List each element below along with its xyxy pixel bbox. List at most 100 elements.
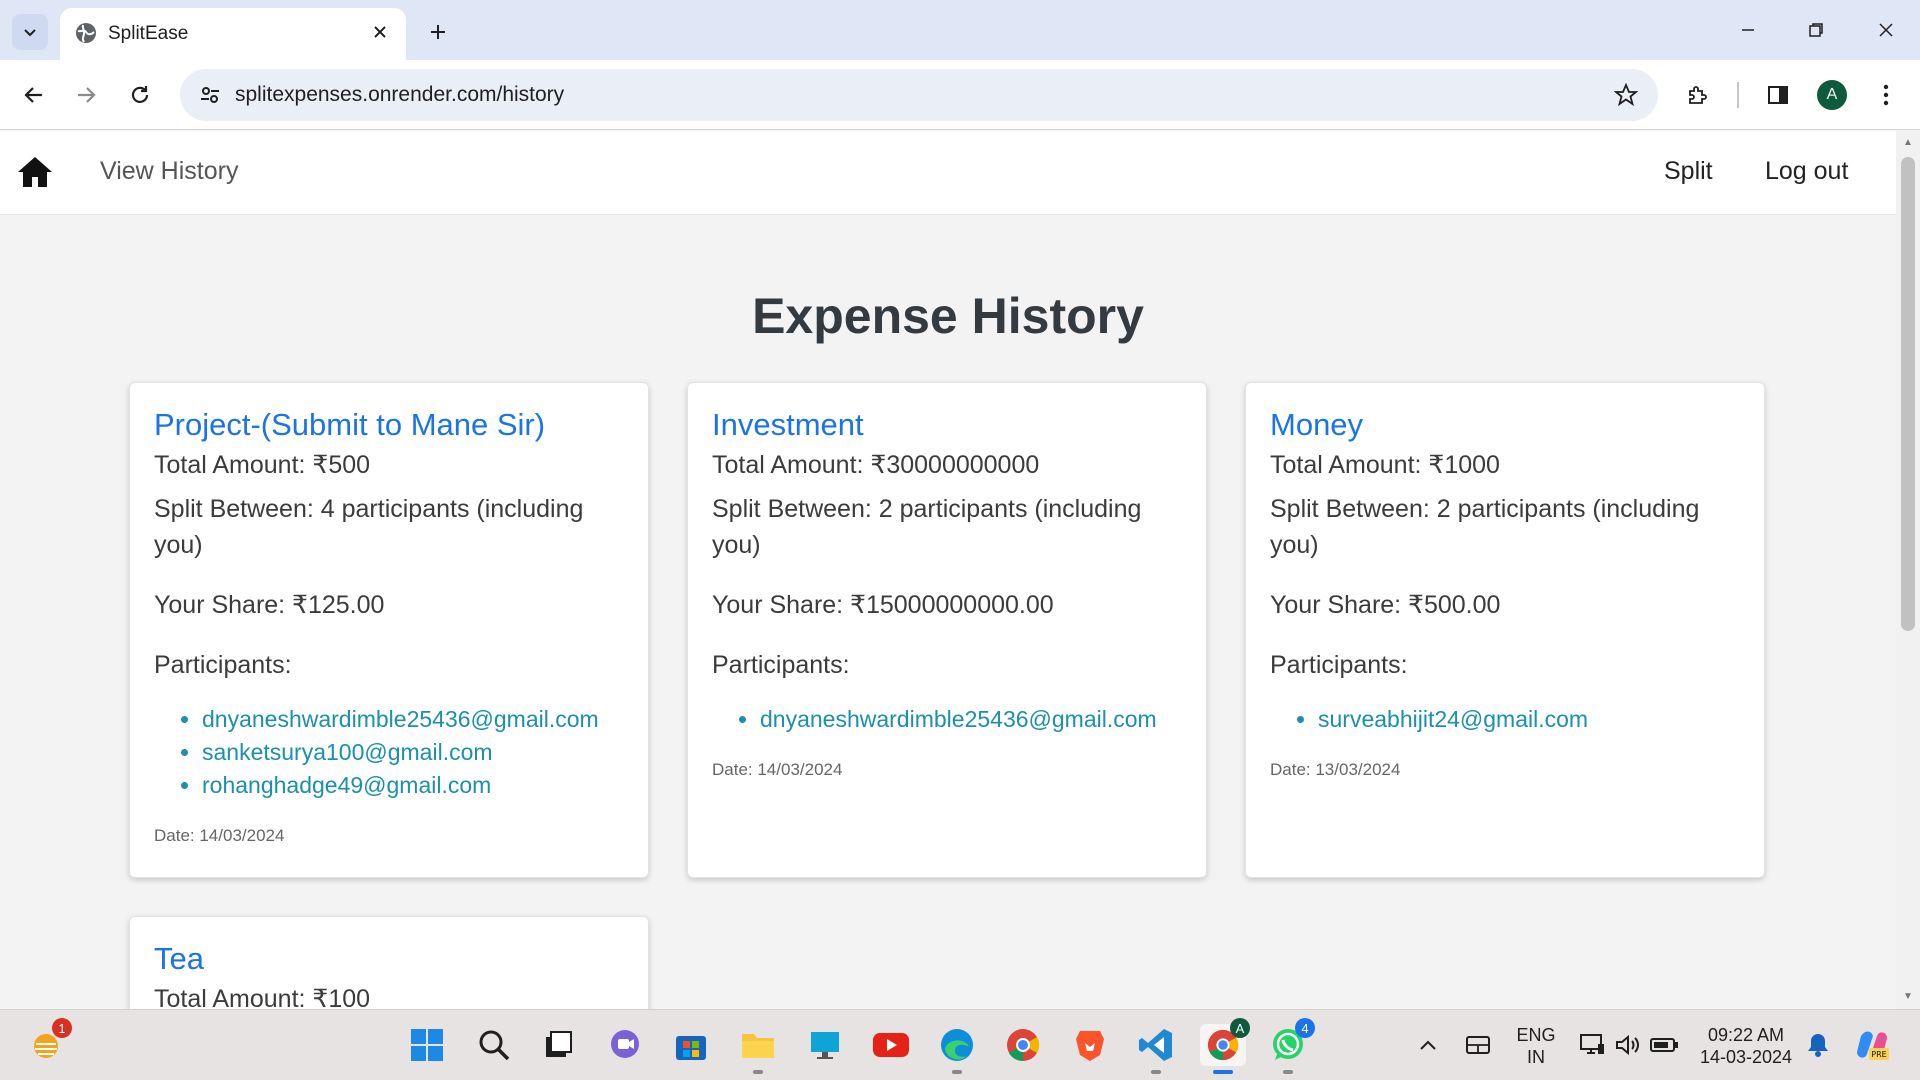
show-hidden-icons-button[interactable] bbox=[1410, 1024, 1446, 1066]
expense-total: Total Amount: ₹100 bbox=[154, 985, 371, 1009]
avatar: A bbox=[1817, 80, 1847, 110]
desktop-app-button[interactable] bbox=[804, 1024, 846, 1066]
clock[interactable]: 09:22 AM 14-03-2024 bbox=[1690, 1024, 1802, 1068]
expense-total: Total Amount: ₹1000 bbox=[1270, 451, 1500, 479]
microsoft-store-button[interactable] bbox=[670, 1024, 712, 1066]
chevron-down-icon bbox=[24, 29, 36, 37]
task-view-button[interactable] bbox=[537, 1024, 579, 1066]
expense-title: Investment bbox=[712, 407, 864, 442]
profile-button[interactable]: A bbox=[1812, 75, 1852, 115]
battery-button[interactable] bbox=[1644, 1024, 1684, 1066]
network-button[interactable] bbox=[1572, 1024, 1612, 1066]
chrome-button[interactable] bbox=[1002, 1024, 1044, 1066]
widgets-button[interactable]: 1 bbox=[26, 1018, 72, 1066]
touch-keyboard-button[interactable] bbox=[1458, 1024, 1498, 1066]
chrome-icon bbox=[1007, 1029, 1040, 1062]
home-link[interactable] bbox=[16, 155, 54, 191]
expense-share: Your Share: ₹15000000000.00 bbox=[712, 591, 1054, 619]
expense-total: Total Amount: ₹500 bbox=[154, 451, 371, 479]
minimize-icon bbox=[1742, 29, 1754, 31]
chevron-up-icon bbox=[1420, 1040, 1436, 1050]
browser-menu-button[interactable] bbox=[1866, 75, 1906, 115]
chrome-profile-button[interactable]: A bbox=[1200, 1018, 1250, 1074]
scrollbar-thumb[interactable] bbox=[1901, 157, 1915, 631]
vscode-button[interactable] bbox=[1135, 1024, 1177, 1074]
expense-split: Split Between: 2 participants (including… bbox=[712, 495, 1142, 559]
nav-split[interactable]: Split bbox=[1664, 157, 1713, 186]
participant-email: surveabhijit24@gmail.com bbox=[1318, 703, 1740, 736]
expense-date: Date: 14/03/2024 bbox=[154, 826, 285, 845]
nav-view-history[interactable]: View History bbox=[100, 157, 238, 186]
site-info-button[interactable] bbox=[192, 77, 228, 113]
participants-label: Participants: bbox=[712, 651, 850, 679]
expense-date: Date: 13/03/2024 bbox=[1270, 760, 1401, 779]
bell-icon bbox=[1808, 1034, 1828, 1057]
participants-list: dnyaneshwardimble25436@gmail.com bbox=[760, 703, 1182, 736]
search-button[interactable] bbox=[473, 1024, 515, 1066]
store-icon bbox=[676, 1036, 706, 1060]
scroll-down-arrow[interactable]: ▼ bbox=[1902, 991, 1914, 1003]
back-button[interactable] bbox=[14, 75, 54, 115]
expense-total: Total Amount: ₹30000000000 bbox=[712, 451, 1040, 479]
clock-date: 14-03-2024 bbox=[1699, 1047, 1793, 1067]
browser-tab[interactable]: SplitEase bbox=[60, 8, 406, 60]
windows-taskbar: 1 A 4 ENG IN 09:22 AM 14-03-2024 PRE bbox=[0, 1009, 1920, 1080]
tab-close-button[interactable] bbox=[366, 18, 394, 46]
more-vert-icon bbox=[1883, 84, 1889, 106]
teams-chat-button[interactable] bbox=[604, 1024, 646, 1066]
expense-share: Your Share: ₹125.00 bbox=[154, 591, 385, 619]
forward-button[interactable] bbox=[66, 75, 106, 115]
arrow-left-icon bbox=[24, 87, 42, 103]
language-indicator[interactable]: ENG IN bbox=[1510, 1024, 1562, 1068]
whatsapp-button[interactable]: 4 bbox=[1267, 1018, 1315, 1074]
volume-button[interactable] bbox=[1608, 1024, 1648, 1066]
participants-list: dnyaneshwardimble25436@gmail.com sankets… bbox=[202, 703, 624, 802]
side-panel-button[interactable] bbox=[1758, 75, 1798, 115]
close-window-button[interactable] bbox=[1858, 8, 1914, 52]
expense-date: Date: 14/03/2024 bbox=[712, 760, 843, 779]
widgets-badge: 1 bbox=[52, 1018, 72, 1038]
svg-text:PRE: PRE bbox=[1871, 1050, 1886, 1059]
brave-lion-icon bbox=[1076, 1031, 1104, 1061]
reload-icon bbox=[131, 86, 149, 103]
tab-search-button[interactable] bbox=[12, 14, 48, 50]
youtube-icon bbox=[873, 1033, 909, 1057]
arrow-right-icon bbox=[78, 87, 96, 103]
file-explorer-button[interactable] bbox=[737, 1024, 779, 1074]
task-view-icon bbox=[546, 1031, 572, 1057]
expense-share: Your Share: ₹500.00 bbox=[1270, 591, 1501, 619]
youtube-button[interactable] bbox=[870, 1024, 912, 1066]
reload-button[interactable] bbox=[120, 75, 160, 115]
expense-card: Investment Total Amount: ₹30000000000 Sp… bbox=[687, 382, 1207, 878]
participant-email: dnyaneshwardimble25436@gmail.com bbox=[202, 703, 624, 736]
scroll-up-arrow[interactable]: ▲ bbox=[1902, 137, 1914, 149]
nav-logout[interactable]: Log out bbox=[1765, 157, 1848, 186]
puzzle-icon bbox=[1689, 86, 1707, 104]
page-title: Expense History bbox=[752, 288, 1144, 344]
expense-card: Money Total Amount: ₹1000 Split Between:… bbox=[1245, 382, 1765, 878]
expense-card: Project-(Submit to Mane Sir) Total Amoun… bbox=[129, 382, 649, 878]
participant-email: sanketsurya100@gmail.com bbox=[202, 736, 624, 769]
url-text: splitexpenses.onrender.com/history bbox=[235, 83, 565, 106]
participant-email: dnyaneshwardimble25436@gmail.com bbox=[760, 703, 1182, 736]
folder-icon bbox=[742, 1034, 774, 1058]
language-code: ENG bbox=[1516, 1025, 1556, 1045]
page-scrollbar[interactable]: ▲ ▼ bbox=[1896, 131, 1920, 1009]
expense-split: Split Between: 4 participants (including… bbox=[154, 495, 584, 559]
edge-button[interactable] bbox=[936, 1024, 978, 1074]
new-tab-button[interactable] bbox=[420, 14, 456, 50]
extensions-button[interactable] bbox=[1678, 75, 1718, 115]
brave-button[interactable] bbox=[1069, 1024, 1111, 1066]
start-button[interactable] bbox=[406, 1024, 448, 1066]
browser-toolbar: splitexpenses.onrender.com/history A bbox=[0, 60, 1920, 130]
star-icon bbox=[1614, 83, 1638, 107]
address-bar[interactable]: splitexpenses.onrender.com/history bbox=[180, 69, 1658, 121]
bookmark-button[interactable] bbox=[1610, 79, 1642, 111]
minimize-button[interactable] bbox=[1720, 8, 1776, 52]
running-indicator bbox=[753, 1070, 763, 1074]
copilot-button[interactable]: PRE bbox=[1852, 1024, 1892, 1066]
active-indicator bbox=[1213, 1070, 1233, 1074]
expense-split: Split Between: 2 participants (including… bbox=[1270, 495, 1700, 559]
notifications-button[interactable] bbox=[1800, 1024, 1836, 1066]
restore-button[interactable] bbox=[1788, 8, 1844, 52]
